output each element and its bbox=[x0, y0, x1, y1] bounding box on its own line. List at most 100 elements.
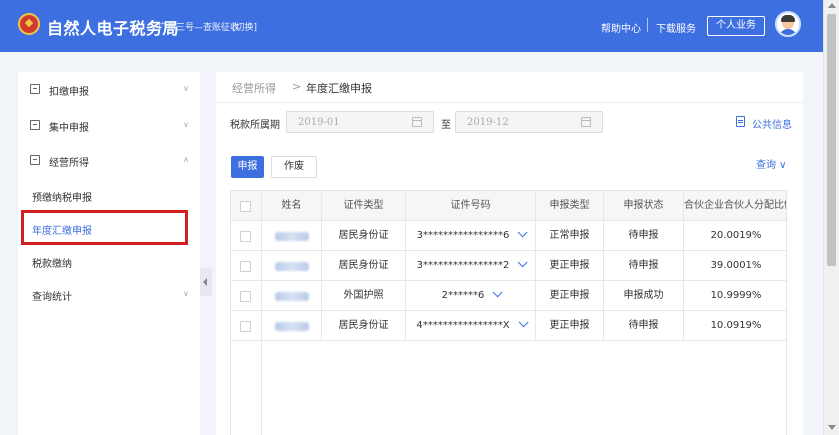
public-info-link[interactable]: 公共信息 bbox=[752, 116, 792, 131]
breadcrumb-current: 年度汇缴申报 bbox=[306, 82, 372, 95]
table-row[interactable]: 居民身份证 3****************2 更正申报 待申报 39.000… bbox=[231, 251, 786, 281]
sidebar-collapse-button[interactable] bbox=[200, 268, 212, 296]
void-button[interactable]: 作废 bbox=[271, 156, 317, 178]
sidebar-subitem-payment[interactable]: 税款缴纳 bbox=[18, 247, 200, 277]
id-number-value: 4****************X bbox=[416, 320, 510, 331]
status-cell: 待申报 bbox=[604, 311, 684, 341]
tax-emblem-icon bbox=[18, 13, 40, 35]
switch-region-link[interactable]: [切换] bbox=[232, 20, 257, 33]
region-label: 广东三号—查账征收 bbox=[158, 23, 240, 33]
sidebar-subitem-prepay[interactable]: 预缴纳税申报 bbox=[18, 181, 200, 211]
column-header-name[interactable]: 姓名 bbox=[262, 191, 322, 221]
main-panel: 经营所得 > 年度汇缴申报 税款所属期 2019-01 至 2019-12 公共… bbox=[216, 72, 803, 435]
row-checkbox[interactable] bbox=[240, 321, 251, 332]
column-header-id-type[interactable]: 证件类型 bbox=[322, 191, 406, 221]
sidebar-item-business-income[interactable]: 经营所得 ∧ bbox=[18, 146, 200, 176]
declare-type-cell: 更正申报 bbox=[536, 311, 604, 341]
chevron-down-icon[interactable] bbox=[518, 227, 528, 238]
ratio-cell: 10.9999% bbox=[710, 290, 762, 301]
id-number-value: 2******6 bbox=[441, 290, 485, 301]
ratio-cell: 39.0001% bbox=[710, 260, 762, 271]
public-info-icon[interactable] bbox=[736, 116, 745, 127]
start-date-picker[interactable]: 2019-01 bbox=[286, 111, 434, 133]
id-number-value: 3****************6 bbox=[416, 230, 510, 241]
chevron-down-icon[interactable] bbox=[493, 287, 503, 298]
to-label: 至 bbox=[441, 120, 451, 131]
declare-button[interactable]: 申报 bbox=[231, 156, 264, 178]
name-cell bbox=[262, 311, 322, 341]
sidebar-subitem-label: 税款缴纳 bbox=[32, 259, 72, 270]
row-checkbox[interactable] bbox=[240, 231, 251, 242]
row-checkbox[interactable] bbox=[240, 291, 251, 302]
table-row[interactable]: 居民身份证 4****************X 更正申报 待申报 10.091… bbox=[231, 311, 786, 341]
row-check-cell bbox=[231, 311, 262, 341]
id-number-value: 3****************2 bbox=[416, 260, 510, 271]
query-toggle[interactable]: 查询 ∨ bbox=[756, 156, 787, 171]
scroll-up-arrow-icon[interactable] bbox=[828, 3, 836, 8]
chevron-down-icon: ∨ bbox=[183, 289, 189, 298]
sidebar-subitem-label: 查询统计 bbox=[32, 292, 72, 303]
id-number-cell[interactable]: 3****************2 bbox=[406, 251, 536, 281]
end-date-value: 2019-12 bbox=[467, 117, 509, 128]
briefcase-icon bbox=[30, 155, 40, 165]
annotation-highlight-box bbox=[21, 210, 188, 245]
table-row[interactable]: 居民身份证 3****************6 正常申报 待申报 20.001… bbox=[231, 221, 786, 251]
user-avatar[interactable] bbox=[775, 11, 801, 37]
chevron-up-icon: ∧ bbox=[183, 155, 189, 164]
ratio-cell: 20.0019% bbox=[710, 230, 762, 241]
scroll-thumb[interactable] bbox=[827, 14, 836, 266]
id-number-cell[interactable]: 4****************X bbox=[406, 311, 536, 341]
chevron-down-icon: ∨ bbox=[183, 84, 189, 93]
id-type-cell: 居民身份证 bbox=[322, 251, 406, 281]
sidebar-item-withholding[interactable]: 扣缴申报 ∨ bbox=[18, 75, 200, 105]
blurred-name bbox=[275, 262, 309, 271]
sidebar-item-centralized[interactable]: 集中申报 ∨ bbox=[18, 111, 200, 141]
help-center-link[interactable]: 帮助中心 bbox=[601, 20, 641, 35]
chevron-down-icon[interactable] bbox=[518, 317, 529, 328]
table-header-row: 姓名 证件类型 证件号码 申报类型 申报状态 合伙企业合伙人分配比例 bbox=[231, 191, 786, 221]
calendar-icon bbox=[581, 117, 591, 127]
breadcrumb-divider bbox=[216, 102, 803, 103]
page-scrollbar[interactable] bbox=[823, 0, 839, 435]
column-header-id-number[interactable]: 证件号码 bbox=[406, 191, 536, 221]
chevron-down-icon: ∨ bbox=[183, 120, 189, 129]
row-checkbox[interactable] bbox=[240, 261, 251, 272]
table-row[interactable]: 外国护照 2******6 更正申报 申报成功 10.9999% bbox=[231, 281, 786, 311]
id-type-cell: 外国护照 bbox=[322, 281, 406, 311]
declare-type-cell: 正常申报 bbox=[536, 221, 604, 251]
end-date-picker[interactable]: 2019-12 bbox=[455, 111, 603, 133]
monitor-icon bbox=[30, 120, 40, 130]
select-all-checkbox[interactable] bbox=[240, 201, 251, 212]
status-cell: 待申报 bbox=[604, 221, 684, 251]
blurred-name bbox=[275, 232, 309, 241]
header-divider bbox=[647, 18, 648, 32]
sidebar-subitem-query[interactable]: 查询统计 ∨ bbox=[18, 280, 200, 310]
row-check-cell bbox=[231, 281, 262, 311]
row-check-cell bbox=[231, 251, 262, 281]
scroll-down-arrow-icon[interactable] bbox=[828, 425, 836, 430]
ratio-cell: 10.0919% bbox=[710, 320, 762, 331]
id-type-cell: 居民身份证 bbox=[322, 311, 406, 341]
tax-period-label: 税款所属期 bbox=[230, 120, 280, 131]
declare-type-cell: 更正申报 bbox=[536, 281, 604, 311]
personal-business-button[interactable]: 个人业务 bbox=[707, 16, 765, 36]
sidebar-item-label: 经营所得 bbox=[49, 158, 89, 169]
breadcrumb-parent[interactable]: 经营所得 bbox=[232, 80, 276, 96]
column-header-ratio[interactable]: 合伙企业合伙人分配比例 bbox=[684, 191, 786, 221]
blurred-name bbox=[275, 292, 309, 301]
declaration-table: 姓名 证件类型 证件号码 申报类型 申报状态 合伙企业合伙人分配比例 居民身份证… bbox=[230, 190, 787, 435]
name-cell bbox=[262, 281, 322, 311]
name-cell bbox=[262, 251, 322, 281]
breadcrumb-separator: > bbox=[292, 80, 302, 93]
download-service-link[interactable]: 下载服务 bbox=[656, 20, 696, 35]
id-number-cell[interactable]: 3****************6 bbox=[406, 221, 536, 251]
calendar-icon bbox=[412, 117, 422, 127]
column-header-status[interactable]: 申报状态 bbox=[604, 191, 684, 221]
chevron-down-icon[interactable] bbox=[518, 257, 528, 268]
column-header-declare-type[interactable]: 申报类型 bbox=[536, 191, 604, 221]
id-type-cell: 居民身份证 bbox=[322, 221, 406, 251]
sidebar-subitem-label: 预缴纳税申报 bbox=[32, 193, 92, 204]
document-icon bbox=[30, 84, 40, 94]
select-all-cell bbox=[231, 191, 262, 221]
id-number-cell[interactable]: 2******6 bbox=[406, 281, 536, 311]
